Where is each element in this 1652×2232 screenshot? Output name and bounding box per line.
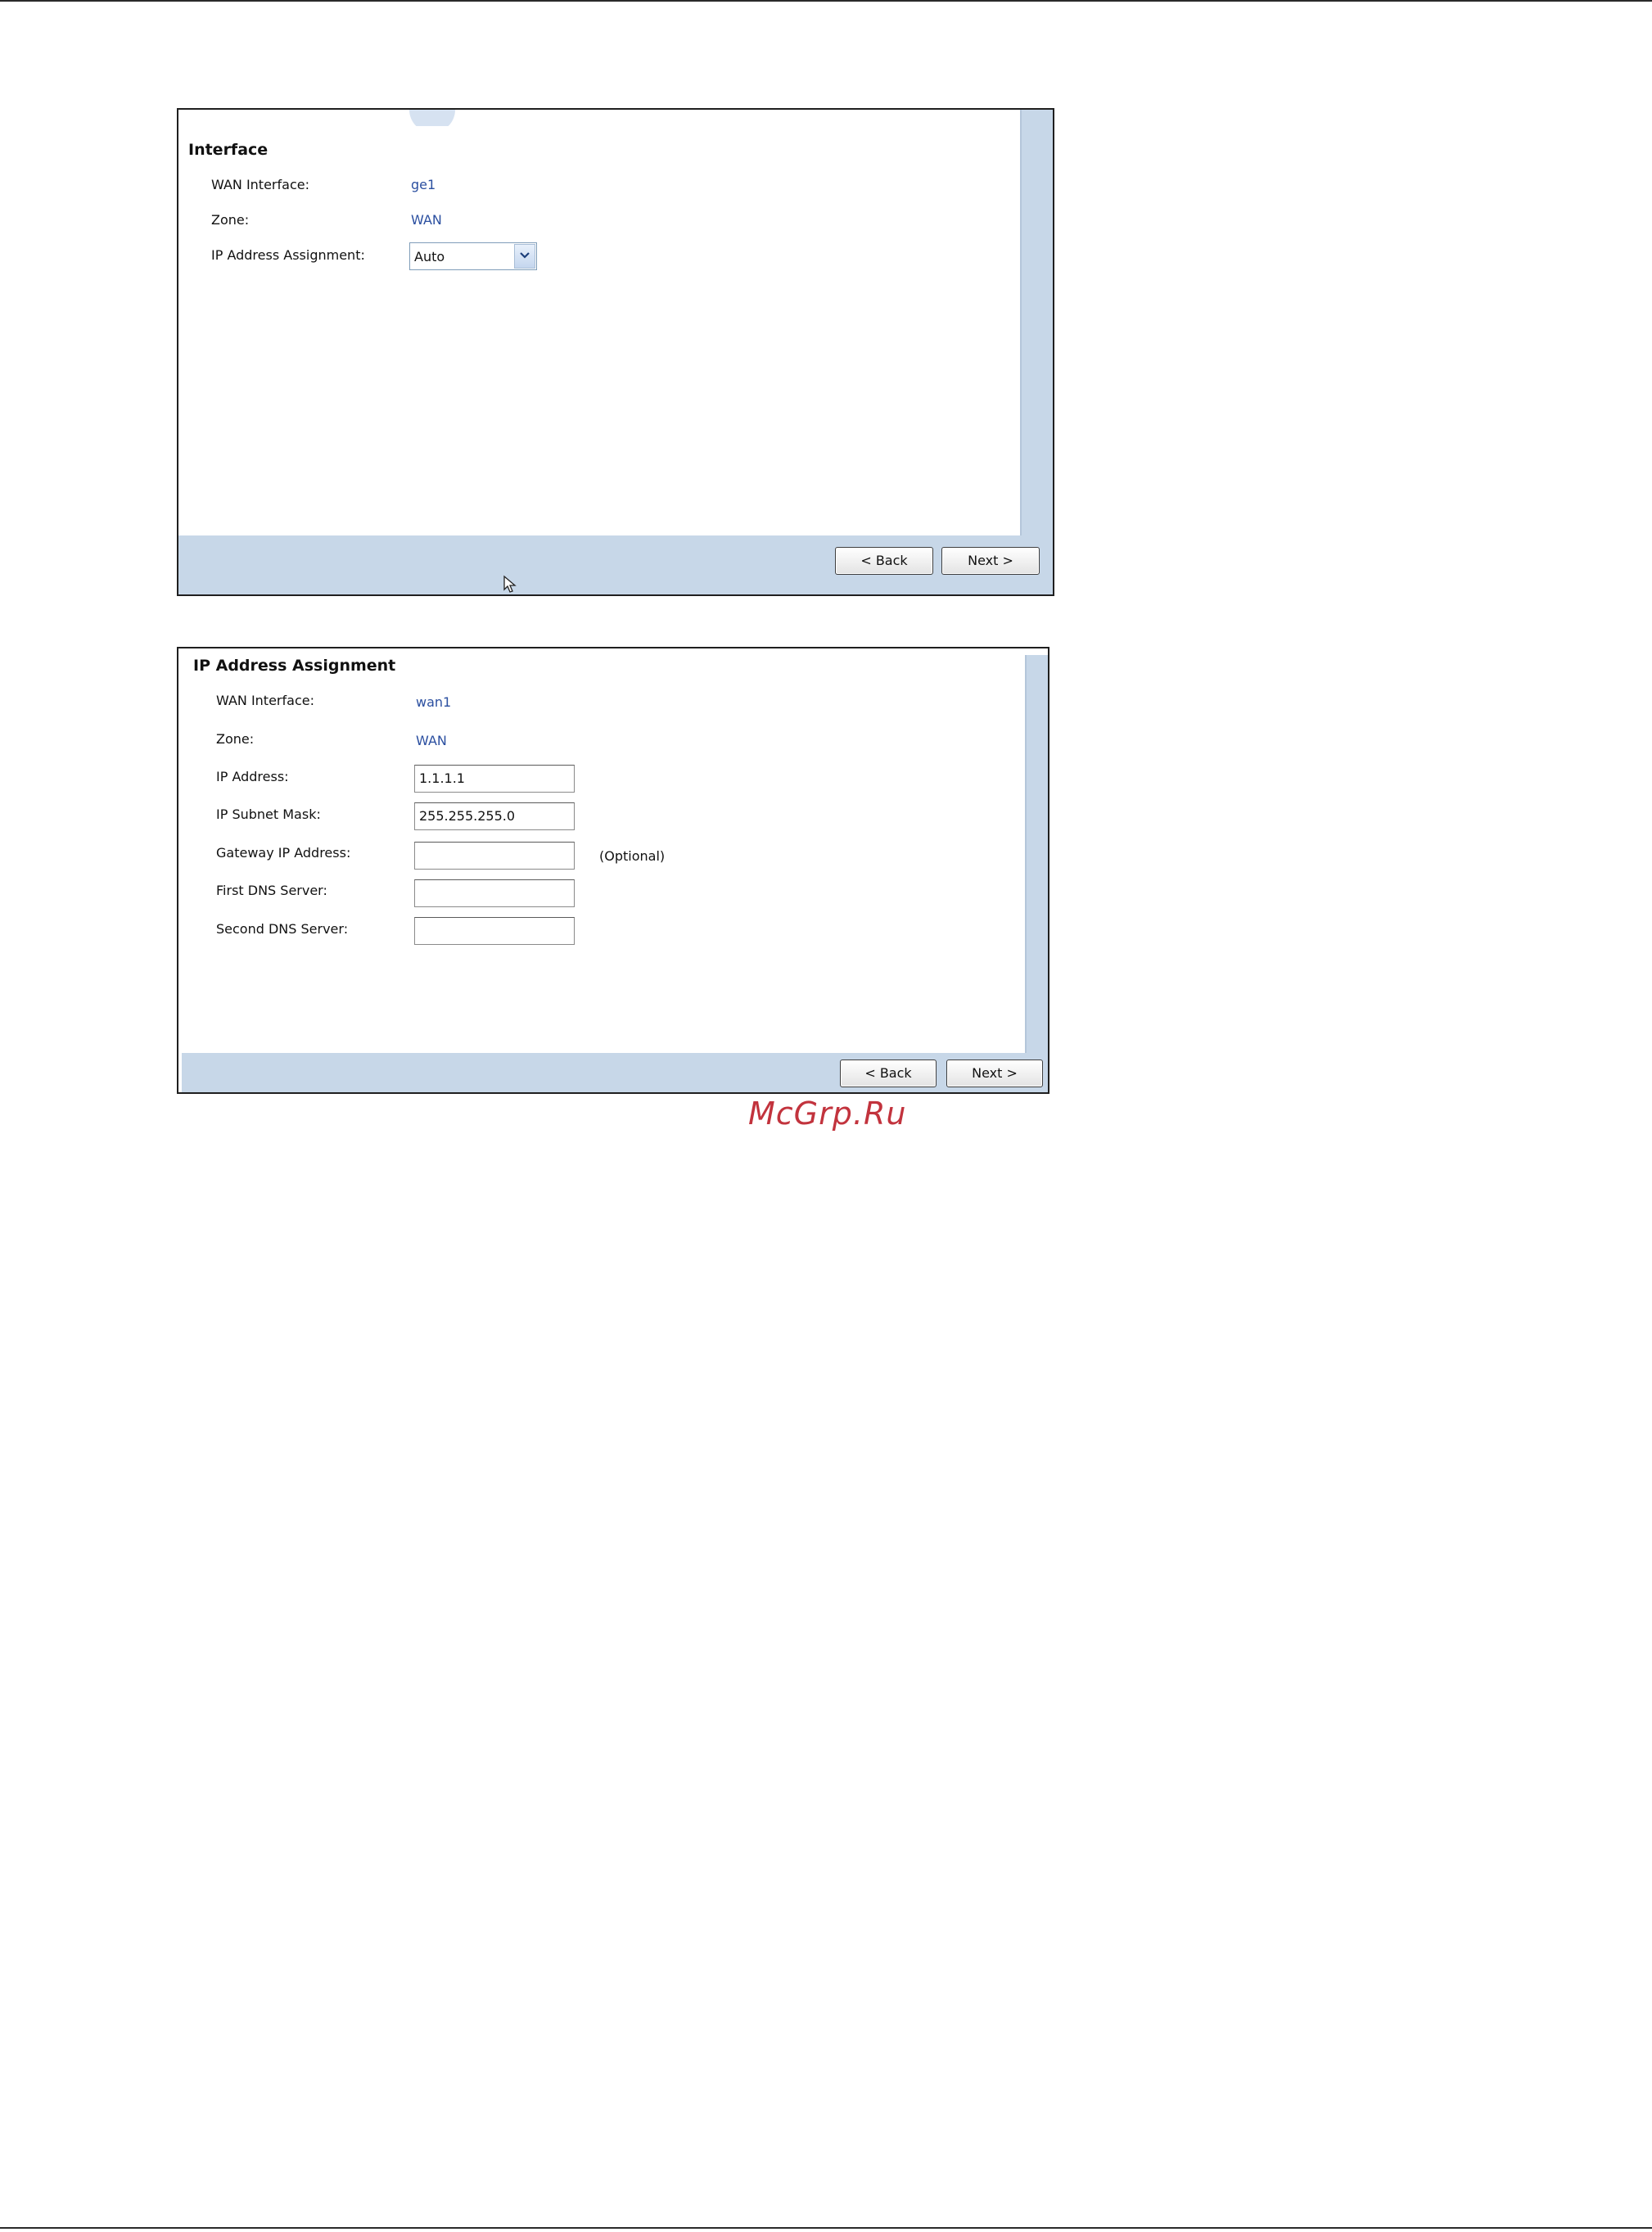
wizard-footer: < Back Next > [178, 535, 1053, 594]
section-title: IP Address Assignment [193, 657, 396, 675]
ip-address-assignment-panel: IP Address Assignment WAN Interface: wan… [177, 647, 1049, 1094]
dropdown-button[interactable] [514, 244, 535, 269]
chevron-down-icon [520, 252, 530, 259]
gateway-ip-address-input[interactable] [414, 842, 575, 870]
wan-interface-label: WAN Interface: [216, 693, 314, 708]
decorative-circle-icon [409, 110, 455, 126]
zone-label: Zone: [216, 731, 255, 747]
mouse-pointer-icon [503, 575, 517, 593]
first-dns-server-input[interactable] [414, 879, 575, 907]
zone-value: WAN [416, 733, 447, 748]
vertical-scrollbar[interactable] [1025, 655, 1048, 1053]
wan-interface-value: ge1 [411, 177, 436, 192]
next-button[interactable]: Next > [941, 547, 1040, 575]
wan-interface-value: wan1 [416, 694, 452, 710]
ip-subnet-mask-label: IP Subnet Mask: [216, 807, 321, 822]
back-button[interactable]: < Back [835, 547, 933, 575]
watermark: McGrp.Ru [748, 1096, 907, 1132]
zone-label: Zone: [211, 212, 250, 228]
next-button[interactable]: Next > [946, 1060, 1043, 1087]
section-title: Interface [188, 141, 269, 159]
zone-value: WAN [411, 212, 442, 228]
page-bottom-rule [0, 2227, 1652, 2229]
interface-panel-content: Interface WAN Interface: ge1 Zone: WAN I… [178, 110, 1022, 535]
ip-address-assignment-select[interactable]: Auto [409, 242, 537, 270]
page-top-rule [0, 0, 1652, 2]
ip-address-assignment-selected: Auto [414, 249, 445, 264]
second-dns-server-label: Second DNS Server: [216, 921, 349, 937]
gateway-ip-address-label: Gateway IP Address: [216, 845, 351, 861]
wan-interface-label: WAN Interface: [211, 177, 309, 192]
second-dns-server-input[interactable] [414, 917, 575, 945]
optional-hint: (Optional) [599, 848, 666, 864]
ip-address-label: IP Address: [216, 769, 289, 784]
interface-panel: Interface WAN Interface: ge1 Zone: WAN I… [177, 108, 1054, 596]
wizard-footer: < Back Next > [182, 1053, 1048, 1092]
ip-panel-content: IP Address Assignment WAN Interface: wan… [178, 648, 1025, 1053]
vertical-scrollbar[interactable] [1020, 110, 1053, 535]
ip-address-input[interactable]: 1.1.1.1 [414, 765, 575, 793]
first-dns-server-label: First DNS Server: [216, 883, 327, 898]
ip-subnet-mask-input[interactable]: 255.255.255.0 [414, 802, 575, 830]
ip-address-assignment-label: IP Address Assignment: [211, 247, 365, 263]
back-button[interactable]: < Back [840, 1060, 937, 1087]
